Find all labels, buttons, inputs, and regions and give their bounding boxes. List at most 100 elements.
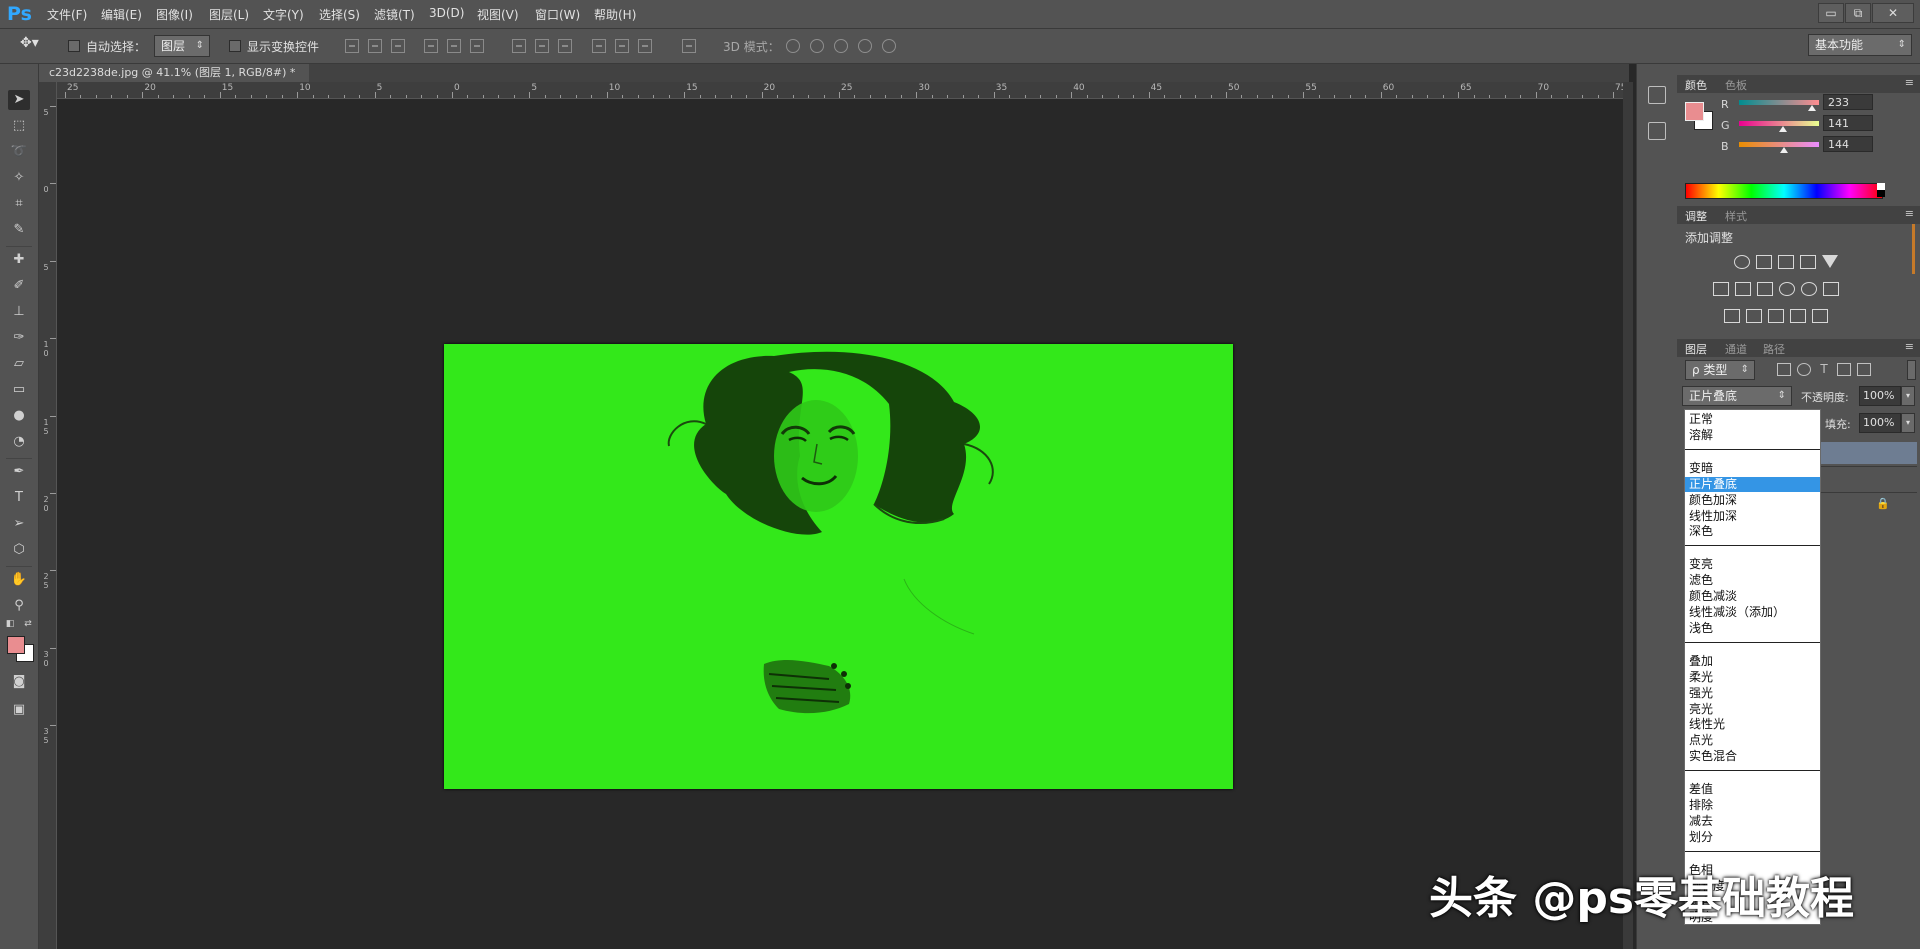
foreground-color-chip[interactable] xyxy=(1685,102,1704,121)
curves-icon[interactable] xyxy=(1778,255,1794,269)
3d-pan-icon[interactable] xyxy=(834,39,848,53)
properties-panel-icon[interactable] xyxy=(1648,122,1666,140)
blend-mode-option[interactable]: 柔光 xyxy=(1685,670,1820,685)
filter-shape-icon[interactable] xyxy=(1837,363,1851,376)
black-white-ramp[interactable] xyxy=(1877,183,1885,197)
swap-colors-icon[interactable]: ⇄ xyxy=(22,618,34,630)
default-colors-icon[interactable]: ◧ xyxy=(4,618,16,630)
channel-slider[interactable] xyxy=(1739,100,1819,105)
exposure-icon[interactable] xyxy=(1800,255,1816,269)
shape-tool-icon[interactable]: ⬡ xyxy=(8,540,30,560)
foreground-color-swatch[interactable] xyxy=(7,636,25,654)
tab-paths[interactable]: 路径 xyxy=(1763,341,1785,357)
filter-toggle[interactable] xyxy=(1907,360,1916,380)
panel-menu-icon[interactable]: ≡ xyxy=(1905,207,1914,220)
align-vcenter-icon[interactable] xyxy=(368,39,382,53)
blend-mode-option[interactable]: 线性光 xyxy=(1685,717,1820,732)
blend-mode-option[interactable]: 线性减淡（添加） xyxy=(1685,605,1820,620)
tab-layers[interactable]: 图层 xyxy=(1685,341,1707,357)
3d-roll-icon[interactable] xyxy=(810,39,824,53)
menu-item[interactable]: 滤镜(T) xyxy=(374,6,415,23)
menu-item[interactable]: 3D(D) xyxy=(429,6,464,20)
panel-scrollbar[interactable] xyxy=(1912,224,1915,274)
slider-handle[interactable] xyxy=(1779,126,1788,132)
restore-button[interactable]: ⧉ xyxy=(1845,3,1871,23)
workspace-dropdown[interactable]: 基本功能 ⇕ xyxy=(1808,34,1912,56)
blend-mode-option[interactable]: 实色混合 xyxy=(1685,749,1820,764)
distribute-bottom-icon[interactable] xyxy=(558,39,572,53)
blend-mode-option[interactable]: 溶解 xyxy=(1685,428,1820,443)
healing-brush-tool-icon[interactable]: ✚ xyxy=(8,250,30,270)
blend-mode-option[interactable]: 线性加深 xyxy=(1685,509,1820,524)
move-tool-preset-icon[interactable]: ✥▾ xyxy=(20,35,39,51)
tab-adjustments[interactable]: 调整 xyxy=(1685,208,1707,224)
panel-menu-icon[interactable]: ≡ xyxy=(1905,340,1914,353)
lasso-tool-icon[interactable]: ➰ xyxy=(8,142,30,162)
menu-item[interactable]: 图像(I) xyxy=(156,6,193,23)
zoom-tool-icon[interactable]: ⚲ xyxy=(8,596,30,616)
eraser-tool-icon[interactable]: ▱ xyxy=(8,354,30,374)
menu-item[interactable]: 帮助(H) xyxy=(594,6,636,23)
threshold-icon[interactable] xyxy=(1768,309,1784,323)
menu-item[interactable]: 图层(L) xyxy=(209,6,249,23)
close-window-button[interactable]: ✕ xyxy=(1872,3,1914,23)
auto-align-icon[interactable] xyxy=(682,39,696,53)
color-lookup-icon[interactable] xyxy=(1823,282,1839,296)
layer-filter-dropdown[interactable]: ρ 类型 ⇕ xyxy=(1685,360,1755,380)
fill-input[interactable]: 100% xyxy=(1859,413,1901,433)
filter-adjustment-icon[interactable] xyxy=(1797,363,1811,376)
path-selection-tool-icon[interactable]: ➢ xyxy=(8,514,30,534)
distribute-top-icon[interactable] xyxy=(512,39,526,53)
align-right-icon[interactable] xyxy=(470,39,484,53)
blend-mode-option[interactable]: 浅色 xyxy=(1685,621,1820,636)
vibrance-icon[interactable] xyxy=(1822,255,1838,268)
blend-mode-option[interactable]: 排除 xyxy=(1685,798,1820,813)
blend-mode-option[interactable]: 点光 xyxy=(1685,733,1820,748)
minimize-button[interactable]: ▭ xyxy=(1818,3,1844,23)
color-spectrum-bar[interactable] xyxy=(1685,183,1883,199)
blend-mode-option[interactable]: 划分 xyxy=(1685,830,1820,845)
distribute-vcenter-icon[interactable] xyxy=(535,39,549,53)
menu-item[interactable]: 编辑(E) xyxy=(101,6,142,23)
channel-value-input[interactable]: 141 xyxy=(1823,115,1873,131)
align-bottom-icon[interactable] xyxy=(391,39,405,53)
filter-pixel-icon[interactable] xyxy=(1777,363,1791,376)
menu-item[interactable]: 选择(S) xyxy=(319,6,360,23)
blend-mode-option[interactable]: 正片叠底 xyxy=(1685,476,1820,492)
channel-value-input[interactable]: 233 xyxy=(1823,94,1873,110)
align-hcenter-icon[interactable] xyxy=(447,39,461,53)
crop-tool-icon[interactable]: ⌗ xyxy=(8,194,30,214)
history-brush-tool-icon[interactable]: ✑ xyxy=(8,328,30,348)
color-balance-icon[interactable] xyxy=(1735,282,1751,296)
type-tool-icon[interactable]: T xyxy=(8,488,30,508)
selective-color-icon[interactable] xyxy=(1812,309,1828,323)
3d-scale-icon[interactable] xyxy=(882,39,896,53)
panel-menu-icon[interactable]: ≡ xyxy=(1905,76,1914,89)
gradient-map-icon[interactable] xyxy=(1790,309,1806,323)
menu-item[interactable]: 文字(Y) xyxy=(263,6,304,23)
levels-icon[interactable] xyxy=(1756,255,1772,269)
tab-swatches[interactable]: 色板 xyxy=(1725,77,1747,93)
vertical-scrollbar[interactable] xyxy=(1623,82,1633,949)
distribute-right-icon[interactable] xyxy=(638,39,652,53)
layer-row-selected[interactable] xyxy=(1813,442,1917,464)
document-tab[interactable]: c23d2238de.jpg @ 41.1% (图层 1, RGB/8#) * … xyxy=(39,64,309,97)
pen-tool-icon[interactable]: ✒ xyxy=(8,462,30,482)
3d-slide-icon[interactable] xyxy=(858,39,872,53)
blend-mode-option[interactable]: 颜色加深 xyxy=(1685,493,1820,508)
marquee-tool-icon[interactable]: ⬚ xyxy=(8,116,30,136)
quick-mask-icon[interactable]: ◙ xyxy=(8,672,30,692)
photo-filter-icon[interactable] xyxy=(1779,282,1795,296)
slider-handle[interactable] xyxy=(1780,147,1789,153)
blend-mode-dropdown[interactable]: 正片叠底 ⇕ xyxy=(1682,386,1792,406)
brush-tool-icon[interactable]: ✐ xyxy=(8,276,30,296)
menu-item[interactable]: 文件(F) xyxy=(47,6,87,23)
opacity-slider-button[interactable]: ▾ xyxy=(1901,386,1915,406)
blend-mode-option[interactable]: 滤色 xyxy=(1685,573,1820,588)
document-canvas[interactable] xyxy=(444,344,1233,789)
blend-mode-option[interactable]: 减去 xyxy=(1685,814,1820,829)
menu-item[interactable]: 视图(V) xyxy=(477,6,519,23)
auto-select-target-dropdown[interactable]: 图层 ⇕ xyxy=(154,35,210,57)
history-panel-icon[interactable] xyxy=(1648,86,1666,104)
move-tool-icon[interactable]: ➤ xyxy=(8,90,30,110)
